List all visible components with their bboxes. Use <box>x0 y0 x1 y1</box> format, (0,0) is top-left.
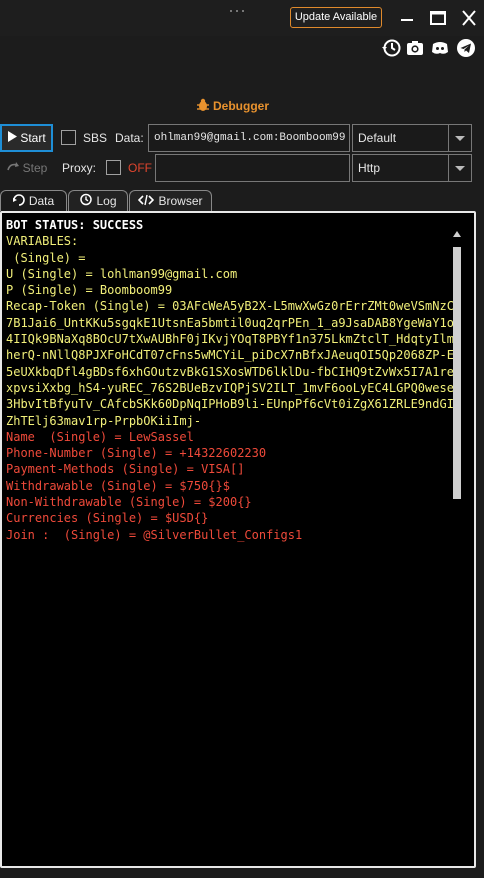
data-label: Data: <box>115 131 144 145</box>
capture-line: Payment-Methods (Single) = VISA[] <box>6 462 245 477</box>
tab-data[interactable]: Data <box>0 190 67 211</box>
capture-line: Withdrawable (Single) = $750{}$ <box>6 478 230 493</box>
chevron-down-icon <box>448 155 471 181</box>
variable-line: (Single) = <box>6 250 93 265</box>
debugger-label: Debugger <box>213 99 270 113</box>
wordlist-type-value: Default <box>358 131 397 145</box>
wordlist-type-select[interactable]: Default <box>352 124 472 152</box>
title-bar-residue <box>228 0 248 12</box>
debugger-title: Debugger <box>196 98 269 114</box>
proxy-checkbox[interactable] <box>106 160 121 175</box>
capture-line: Phone-Number (Single) = +14322602230 <box>6 446 267 461</box>
code-icon <box>138 194 155 209</box>
discord-icon[interactable] <box>430 38 450 58</box>
step-icon <box>6 161 20 176</box>
tab-browser-label: Browser <box>158 194 203 208</box>
proxy-state: OFF <box>128 161 152 175</box>
chevron-down-icon <box>448 125 471 151</box>
camera-icon[interactable] <box>405 38 425 58</box>
tab-data-label: Data <box>28 194 55 208</box>
start-button[interactable]: Start <box>0 124 53 152</box>
capture-line: Currencies (Single) = $USD{} <box>6 511 209 526</box>
maximize-icon[interactable] <box>427 8 449 28</box>
close-icon[interactable] <box>458 8 480 28</box>
tab-log[interactable]: Log <box>68 190 128 211</box>
data-tab-icon <box>12 193 25 209</box>
scroll-up-arrow[interactable] <box>452 226 462 237</box>
bug-icon <box>196 98 210 115</box>
history-icon <box>79 193 93 209</box>
capture-line: Non-Withdrawable (Single) = $200{} <box>6 495 252 510</box>
output-text: BOT STATUS: SUCCESS VARIABLES: (Single) … <box>6 217 458 543</box>
variable-line: Recap-Token (Single) = 03AFcWeA5yB2X-L5m… <box>6 299 454 428</box>
telegram-icon[interactable] <box>456 38 476 58</box>
proxy-type-select[interactable]: Http <box>352 154 472 182</box>
start-label: Start <box>20 131 46 145</box>
capture-line: Name (Single) = LewSassel <box>6 429 194 444</box>
history-icon[interactable] <box>381 38 401 58</box>
step-button[interactable]: Step <box>0 156 53 180</box>
capture-line: Join : (Single) = @SilverBullet_Configs1 <box>6 527 303 542</box>
proxy-input[interactable] <box>155 154 350 182</box>
minimize-icon[interactable] <box>396 8 418 28</box>
update-available-button[interactable]: Update Available <box>290 7 382 28</box>
variable-line: U (Single) = lohlman99@gmail.com <box>6 266 238 281</box>
tab-log-label: Log <box>96 194 117 208</box>
step-label: Step <box>22 161 48 175</box>
data-input[interactable]: ohlman99@gmail.com:Boomboom99 <box>148 124 350 152</box>
variable-line: P (Single) = Boomboom99 <box>6 283 173 298</box>
proxy-label: Proxy: <box>62 161 97 175</box>
scrollbar-thumb[interactable] <box>453 247 461 499</box>
debugger-output[interactable]: BOT STATUS: SUCCESS VARIABLES: (Single) … <box>0 211 476 868</box>
variables-header: VARIABLES: <box>6 234 79 249</box>
sbs-label: SBS <box>83 131 108 145</box>
play-icon <box>7 131 18 145</box>
proxy-type-value: Http <box>358 161 381 175</box>
bot-status-line: BOT STATUS: SUCCESS <box>6 218 144 232</box>
sbs-checkbox[interactable] <box>61 130 76 145</box>
tab-browser[interactable]: Browser <box>129 190 212 211</box>
